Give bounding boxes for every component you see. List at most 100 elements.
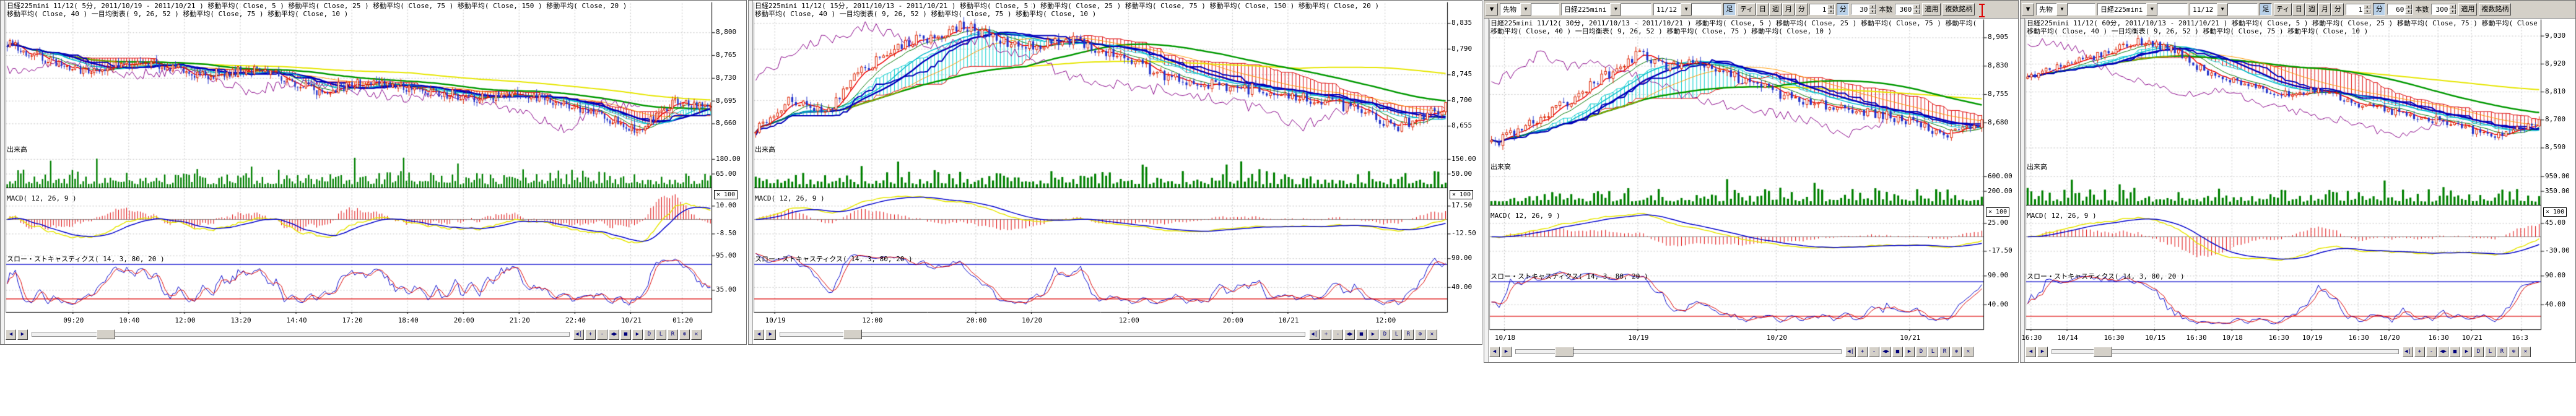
- toolbar-dropdown-button[interactable]: ▼: [2022, 3, 2034, 15]
- chart-tool-button-2[interactable]: -: [1869, 347, 1879, 357]
- chart-tool-button-1[interactable]: +: [1321, 329, 1331, 340]
- chart-tool-button-3[interactable]: ◀▶: [609, 329, 619, 340]
- chart-canvas[interactable]: [2021, 1, 2576, 331]
- chart-tool-button-7[interactable]: L: [1391, 329, 1402, 340]
- chart-tool-button-1[interactable]: +: [1857, 347, 1868, 357]
- bars-count-spinner[interactable]: 300 ▲▼: [2431, 4, 2456, 15]
- chart-tool-button-4[interactable]: ■: [1356, 329, 1367, 340]
- symbol-select[interactable]: 日経225mini ▼: [1561, 3, 1651, 15]
- chevron-down-icon[interactable]: ▼: [1520, 3, 1531, 15]
- chart-tool-button-9[interactable]: ⊕: [2509, 347, 2519, 357]
- chart-tool-button-9[interactable]: ⊕: [1415, 329, 1425, 340]
- chart-tool-button-6[interactable]: D: [2473, 347, 2484, 357]
- chart-tool-button-4[interactable]: ■: [620, 329, 631, 340]
- scroll-track[interactable]: [2052, 349, 2399, 354]
- chart-tool-button-7[interactable]: L: [656, 329, 666, 340]
- scroll-left-button[interactable]: ◀: [1489, 347, 1500, 357]
- scroll-thumb[interactable]: [1555, 347, 1573, 357]
- ashi-button[interactable]: 足: [2260, 3, 2272, 15]
- chart-tool-button-4[interactable]: ■: [2450, 347, 2460, 357]
- count-unit-button[interactable]: 分: [1837, 3, 1849, 15]
- multi-symbol-button[interactable]: 複数銘柄: [1943, 3, 1975, 15]
- count-spinner[interactable]: 1 ▲▼: [1809, 4, 1835, 15]
- chart-tool-button-3[interactable]: ◀▶: [2438, 347, 2448, 357]
- count-spinner[interactable]: 1 ▲▼: [2346, 4, 2371, 15]
- scroll-right-button[interactable]: ▶: [765, 329, 776, 340]
- scroll-left-button[interactable]: ◀: [6, 329, 16, 340]
- spin-up-icon[interactable]: ▲: [2364, 4, 2370, 9]
- chart-tool-button-0[interactable]: ◀|: [573, 329, 584, 340]
- symbol-select[interactable]: 日経225mini ▼: [2097, 3, 2188, 15]
- chart-tool-button-9[interactable]: ⊕: [679, 329, 690, 340]
- chart-tool-button-10[interactable]: ✕: [1427, 329, 1437, 340]
- chart-canvas[interactable]: [749, 1, 1482, 314]
- chart-tool-button-6[interactable]: D: [1380, 329, 1390, 340]
- ashi-button[interactable]: 足: [1723, 3, 1736, 15]
- scroll-thumb[interactable]: [843, 329, 862, 339]
- chevron-down-icon[interactable]: ▼: [1681, 3, 1692, 15]
- chart-tool-button-3[interactable]: ◀▶: [1881, 347, 1891, 357]
- scroll-right-button[interactable]: ▶: [17, 329, 28, 340]
- period-button-3[interactable]: 月: [1782, 3, 1795, 15]
- spin-up-icon[interactable]: ▲: [1869, 4, 1876, 9]
- spin-down-icon[interactable]: ▼: [1827, 9, 1834, 14]
- period-button-3[interactable]: 月: [2318, 3, 2331, 15]
- scroll-thumb[interactable]: [2094, 347, 2112, 357]
- chevron-down-icon[interactable]: ▼: [2146, 3, 2157, 15]
- chart-tool-button-7[interactable]: L: [2485, 347, 2496, 357]
- period-button-4[interactable]: 分: [2331, 3, 2344, 15]
- contract-select[interactable]: 11/12 ▼: [2190, 3, 2258, 15]
- period-button-1[interactable]: 日: [2292, 3, 2305, 15]
- period-button-1[interactable]: 日: [1756, 3, 1769, 15]
- scroll-track[interactable]: [1515, 349, 1842, 354]
- spin-up-icon[interactable]: ▲: [2449, 4, 2456, 9]
- scroll-left-button[interactable]: ◀: [2026, 347, 2036, 357]
- period-button-4[interactable]: 分: [1795, 3, 1808, 15]
- chart-tool-button-6[interactable]: D: [1916, 347, 1926, 357]
- chart-tool-button-1[interactable]: +: [2414, 347, 2425, 357]
- chart-tool-button-0[interactable]: ◀|: [2403, 347, 2413, 357]
- chart-tool-button-5[interactable]: ▶: [1368, 329, 1378, 340]
- scroll-left-button[interactable]: ◀: [754, 329, 764, 340]
- bars-count-spinner[interactable]: 300 ▲▼: [1895, 4, 1920, 15]
- chart-tool-button-8[interactable]: R: [668, 329, 678, 340]
- scroll-track[interactable]: [780, 332, 1305, 337]
- period-button-2[interactable]: 週: [1769, 3, 1782, 15]
- scroll-right-button[interactable]: ▶: [1501, 347, 1512, 357]
- chart-tool-button-10[interactable]: ✕: [1963, 347, 1973, 357]
- chart-tool-button-10[interactable]: ✕: [691, 329, 702, 340]
- chart-tool-button-10[interactable]: ✕: [2520, 347, 2531, 357]
- spin-down-icon[interactable]: ▼: [2405, 9, 2412, 14]
- chart-canvas[interactable]: [1, 1, 747, 314]
- chart-tool-button-8[interactable]: R: [1939, 347, 1950, 357]
- chart-tool-button-1[interactable]: +: [585, 329, 596, 340]
- spin-down-icon[interactable]: ▼: [2364, 9, 2370, 14]
- apply-button[interactable]: 適用: [2458, 3, 2477, 15]
- market-select[interactable]: 先物 ▼: [2036, 3, 2095, 15]
- chart-tool-button-0[interactable]: ◀|: [1845, 347, 1856, 357]
- chart-tool-button-8[interactable]: R: [1403, 329, 1414, 340]
- chart-tool-button-7[interactable]: L: [1928, 347, 1938, 357]
- period-button-0[interactable]: ティ: [2274, 3, 2292, 15]
- spin-down-icon[interactable]: ▼: [1913, 9, 1920, 14]
- scroll-track[interactable]: [32, 332, 570, 337]
- spin-up-icon[interactable]: ▲: [1827, 4, 1834, 9]
- period-button-2[interactable]: 週: [2305, 3, 2318, 15]
- chart-tool-button-6[interactable]: D: [644, 329, 655, 340]
- chart-tool-button-0[interactable]: ◀|: [1309, 329, 1320, 340]
- chart-tool-button-5[interactable]: ▶: [1904, 347, 1915, 357]
- chart-tool-button-4[interactable]: ■: [1892, 347, 1903, 357]
- apply-button[interactable]: 適用: [1922, 3, 1941, 15]
- chart-tool-button-2[interactable]: -: [1333, 329, 1343, 340]
- contract-select[interactable]: 11/12 ▼: [1653, 3, 1721, 15]
- spin-down-icon[interactable]: ▼: [1869, 9, 1876, 14]
- interval-spinner[interactable]: 60 ▲▼: [2387, 4, 2413, 15]
- spin-up-icon[interactable]: ▲: [1913, 4, 1920, 9]
- period-button-0[interactable]: ティ: [1738, 3, 1756, 15]
- count-unit-button[interactable]: 分: [2373, 3, 2385, 15]
- chevron-down-icon[interactable]: ▼: [1610, 3, 1621, 15]
- spin-up-icon[interactable]: ▲: [2405, 4, 2412, 9]
- chart-tool-button-2[interactable]: -: [2426, 347, 2437, 357]
- interval-spinner[interactable]: 30 ▲▼: [1851, 4, 1876, 15]
- chart-canvas[interactable]: [1484, 1, 2019, 331]
